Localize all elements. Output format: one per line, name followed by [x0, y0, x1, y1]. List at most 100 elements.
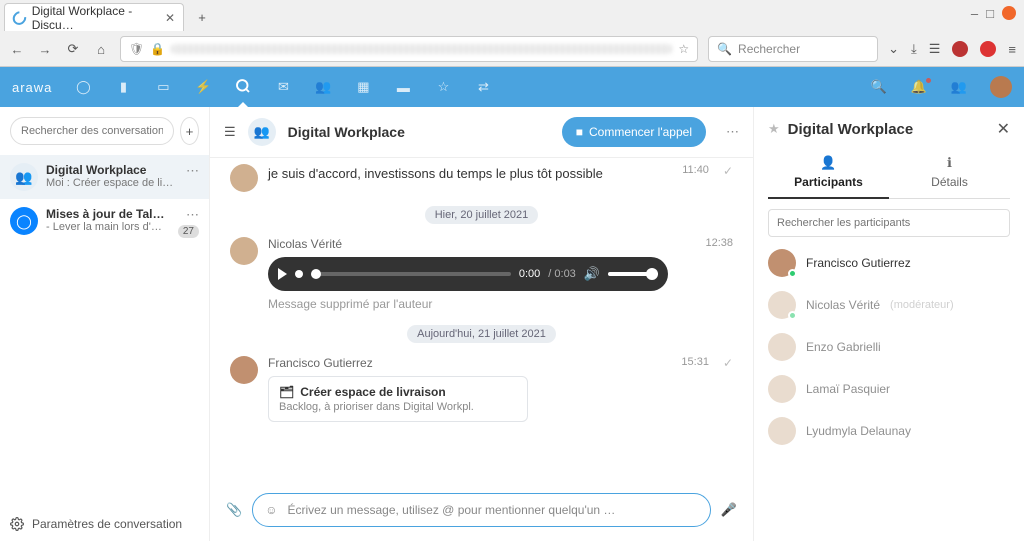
message-input[interactable]: ☺ Écrivez un message, utilisez @ pour me…: [252, 493, 711, 527]
unread-badge: 27: [178, 225, 199, 238]
participant-avatar: [768, 333, 796, 361]
nav-more-icon[interactable]: ⇄: [474, 79, 492, 95]
url-bar[interactable]: 🛡 🔒 ☆: [120, 36, 698, 62]
info-icon: ℹ: [889, 155, 1010, 171]
lock-icon: 🔒: [150, 42, 165, 56]
url-text: [171, 44, 672, 54]
bookmark-star-icon[interactable]: ☆: [678, 42, 689, 56]
message-author: Nicolas Vérité: [268, 237, 695, 251]
window-close[interactable]: [1002, 6, 1016, 20]
details-panel: ★ Digital Workplace ✕ 👤 Participants ℹ D…: [754, 107, 1024, 541]
start-call-button[interactable]: ■ Commencer l'appel: [562, 117, 706, 147]
voice-record-icon[interactable]: 🎤: [721, 502, 737, 518]
browser-menu[interactable]: ≡: [1008, 42, 1016, 57]
browser-search[interactable]: 🔍 Rechercher: [708, 36, 878, 62]
chat-menu-icon[interactable]: ⋯: [726, 124, 739, 140]
gear-icon: [10, 517, 24, 531]
new-conversation-button[interactable]: +: [180, 117, 199, 145]
close-panel-icon[interactable]: ✕: [997, 119, 1010, 139]
attach-icon[interactable]: 📎: [226, 502, 242, 518]
audio-duration: / 0:03: [548, 268, 576, 280]
volume-bar[interactable]: [608, 272, 658, 276]
emoji-icon[interactable]: ☺: [265, 503, 277, 517]
nav-dashboard-icon[interactable]: ◯: [74, 79, 92, 95]
seek-start-dot: [295, 270, 303, 278]
account-icon[interactable]: ☰: [929, 41, 941, 57]
participant-row[interactable]: Enzo Gabrielli: [768, 333, 1010, 361]
participants-search-input[interactable]: [768, 209, 1010, 237]
volume-icon[interactable]: 🔊: [584, 266, 600, 282]
downloads-icon[interactable]: ⤓: [911, 41, 917, 57]
tab-title: Digital Workplace - Discu…: [32, 4, 159, 32]
messages-scroll[interactable]: je suis d'accord, investissons du temps …: [210, 158, 753, 483]
participants-icon: 👤: [768, 155, 889, 171]
message-avatar: [230, 237, 258, 265]
pocket-icon[interactable]: ⌄: [888, 41, 899, 57]
participant-name: Nicolas Vérité: [806, 298, 880, 312]
group-avatar-icon: 👥: [10, 163, 38, 191]
video-icon: ■: [576, 125, 583, 139]
reload-button[interactable]: ⟳: [64, 41, 82, 57]
new-tab-button[interactable]: +: [188, 10, 216, 25]
nav-bookmarks-icon[interactable]: ☆: [434, 79, 452, 95]
date-separator: Aujourd'hui, 21 juillet 2021: [230, 325, 733, 340]
nav-photos-icon[interactable]: ▭: [154, 79, 172, 95]
home-button[interactable]: ⌂: [92, 42, 110, 57]
app-avatar-icon: ◯: [10, 207, 38, 235]
play-icon[interactable]: [278, 268, 287, 280]
participant-row[interactable]: Nicolas Vérité (modérateur): [768, 291, 1010, 319]
window-maximize[interactable]: □: [986, 6, 994, 21]
participant-role: (modérateur): [890, 299, 954, 311]
message-time: 11:40: [682, 164, 709, 192]
nav-contacts-menu-icon[interactable]: 👥: [950, 79, 968, 95]
tab-participants[interactable]: 👤 Participants: [768, 155, 889, 199]
nav-mail-icon[interactable]: ✉: [274, 79, 292, 95]
ublock-ext-icon[interactable]: [952, 41, 968, 57]
message-author: Francisco Gutierrez: [268, 356, 671, 370]
nav-calendar-icon[interactable]: ▦: [354, 79, 372, 95]
deleted-message-text: Message supprimé par l'auteur: [268, 297, 695, 311]
participant-row[interactable]: Lyudmyla Delaunay: [768, 417, 1010, 445]
notif-dot: [925, 77, 932, 84]
chat-header: ☰ 👥 Digital Workplace ■ Commencer l'appe…: [210, 107, 753, 158]
toggle-sidebar-icon[interactable]: ☰: [224, 124, 236, 140]
user-avatar[interactable]: [990, 76, 1012, 98]
conversation-search-input[interactable]: [10, 117, 174, 145]
window-minimize[interactable]: –: [971, 6, 978, 21]
nav-notifications-icon[interactable]: 🔔: [910, 79, 928, 95]
seek-bar[interactable]: [311, 272, 511, 276]
participant-avatar: [768, 249, 796, 277]
participant-row[interactable]: Lamaï Pasquier: [768, 375, 1010, 403]
nav-activity-icon[interactable]: ⚡: [194, 79, 212, 95]
conversation-item[interactable]: ◯ Mises à jour de Talk ✅ - Lever la main…: [0, 199, 209, 246]
participant-name: Enzo Gabrielli: [806, 340, 881, 354]
conversation-settings-link[interactable]: Paramètres de conversation: [0, 507, 209, 541]
favorite-star-icon[interactable]: ★: [768, 121, 780, 137]
audio-player[interactable]: 0:00 / 0:03 🔊: [268, 257, 668, 291]
nav-contacts-icon[interactable]: 👥: [314, 79, 332, 95]
back-button[interactable]: ←: [8, 42, 26, 57]
adblock-ext-icon[interactable]: [980, 41, 996, 57]
message-avatar: [230, 164, 258, 192]
message-composer: 📎 ☺ Écrivez un message, utilisez @ pour …: [210, 483, 753, 541]
brand-logo: arawa: [12, 80, 52, 95]
conversation-menu-icon[interactable]: ⋯: [186, 163, 199, 179]
message-row: Francisco Gutierrez 🗂 Créer espace de li…: [230, 356, 733, 422]
tab-close-icon[interactable]: ✕: [165, 11, 175, 25]
tab-details[interactable]: ℹ Détails: [889, 155, 1010, 199]
nav-deck-icon[interactable]: ▬: [394, 80, 412, 95]
conversation-menu-icon[interactable]: ⋯: [186, 207, 199, 223]
panel-tabs: 👤 Participants ℹ Détails: [768, 155, 1010, 199]
participant-row[interactable]: Francisco Gutierrez: [768, 249, 1010, 277]
participant-name: Lyudmyla Delaunay: [806, 424, 911, 438]
conversation-item[interactable]: 👥 Digital Workplace Moi : Créer espace d…: [0, 155, 209, 199]
nav-talk-icon[interactable]: [234, 77, 252, 98]
card-subtitle: Backlog, à prioriser dans Digital Workpl…: [279, 401, 517, 413]
search-placeholder: Rechercher: [738, 42, 800, 56]
nav-search-icon[interactable]: 🔍: [870, 79, 888, 95]
nav-files-icon[interactable]: ▮: [114, 79, 132, 95]
conversation-preview: Moi : Créer espace de livraison: [46, 177, 178, 189]
forward-button[interactable]: →: [36, 42, 54, 57]
browser-tab[interactable]: Digital Workplace - Discu… ✕: [4, 3, 184, 31]
deck-card[interactable]: 🗂 Créer espace de livraison Backlog, à p…: [268, 376, 528, 422]
